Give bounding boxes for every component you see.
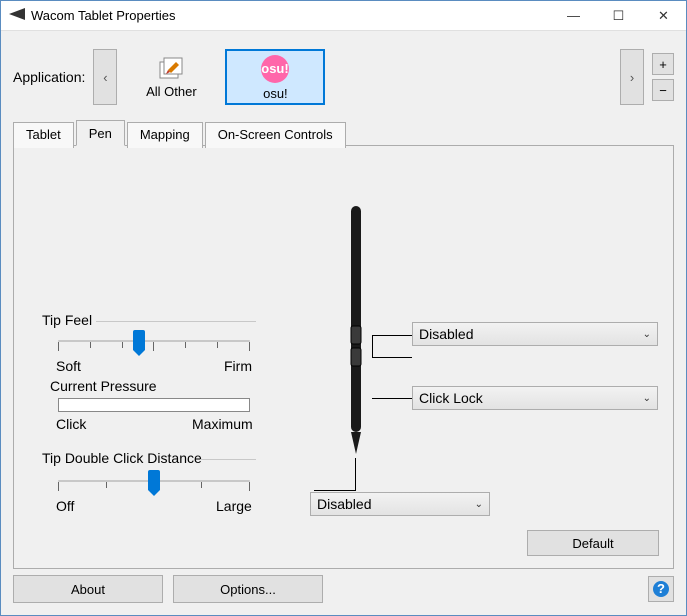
double-click-label: Tip Double Click Distance — [42, 450, 202, 466]
app-icon — [9, 8, 25, 23]
tab-tablet[interactable]: Tablet — [13, 122, 74, 148]
double-click-large-label: Large — [216, 498, 252, 514]
tab-pen[interactable]: Pen — [76, 120, 125, 146]
tab-label: Mapping — [140, 127, 190, 142]
app-scroll-right[interactable]: › — [620, 49, 644, 105]
help-button[interactable]: ? — [648, 576, 674, 602]
pressure-max-label: Maximum — [192, 416, 253, 432]
maximize-button[interactable]: ☐ — [596, 1, 641, 30]
app-item-all-other[interactable]: All Other — [121, 49, 221, 105]
titlebar[interactable]: Wacom Tablet Properties — ☐ ✕ — [1, 1, 686, 31]
dropdown-value: Click Lock — [419, 390, 643, 406]
pen-tab-panel: Disabled ⌄ Click Lock ⌄ Disabled ⌄ Tip F… — [13, 145, 674, 569]
maximize-icon: ☐ — [613, 8, 625, 24]
all-other-icon — [157, 56, 185, 82]
dropdown-value: Disabled — [419, 326, 643, 342]
tab-onscreen-controls[interactable]: On-Screen Controls — [205, 122, 346, 148]
application-list: All Other osu! osu! — [121, 49, 325, 105]
double-click-off-label: Off — [56, 498, 74, 514]
application-row: Application: ‹ All Other osu! — [13, 49, 674, 105]
tip-feel-firm-label: Firm — [224, 358, 252, 374]
window-title: Wacom Tablet Properties — [31, 8, 176, 23]
tip-feel-soft-label: Soft — [56, 358, 81, 374]
footer: About Options... ? — [13, 569, 674, 603]
current-pressure-label: Current Pressure — [50, 378, 157, 394]
tab-label: On-Screen Controls — [218, 127, 333, 142]
close-button[interactable]: ✕ — [641, 1, 686, 30]
slider-thumb[interactable] — [148, 470, 160, 490]
content-area: Application: ‹ All Other osu! — [1, 31, 686, 615]
about-button[interactable]: About — [13, 575, 163, 603]
minimize-icon: — — [567, 8, 580, 23]
current-pressure-bar — [58, 398, 250, 412]
close-icon: ✕ — [658, 8, 669, 24]
tab-strip: Tablet Pen Mapping On-Screen Controls — [13, 119, 674, 145]
minimize-button[interactable]: — — [551, 1, 596, 30]
side-button-lower-dropdown[interactable]: Click Lock ⌄ — [412, 386, 658, 410]
tab-mapping[interactable]: Mapping — [127, 122, 203, 148]
chevron-down-icon: ⌄ — [475, 499, 483, 510]
svg-text:osu!: osu! — [262, 61, 289, 76]
button-label: Options... — [220, 582, 276, 597]
app-item-label: osu! — [263, 86, 288, 101]
double-click-slider[interactable] — [58, 470, 250, 490]
chevron-down-icon: ⌄ — [643, 329, 651, 340]
tab-label: Tablet — [26, 127, 61, 142]
osu-icon: osu! — [260, 54, 290, 84]
app-item-label: All Other — [146, 84, 197, 99]
app-item-osu[interactable]: osu! osu! — [225, 49, 325, 105]
app-remove-button[interactable]: − — [652, 79, 674, 101]
options-button[interactable]: Options... — [173, 575, 323, 603]
button-label: About — [71, 582, 105, 597]
chevron-left-icon: ‹ — [103, 70, 107, 85]
tip-feel-slider[interactable] — [58, 330, 250, 350]
svg-text:?: ? — [657, 581, 665, 596]
pen-illustration — [342, 206, 370, 466]
app-scroll-left[interactable]: ‹ — [93, 49, 117, 105]
tip-action-dropdown[interactable]: Disabled ⌄ — [310, 492, 490, 516]
minus-icon: − — [659, 83, 667, 98]
application-label: Application: — [13, 69, 85, 85]
chevron-down-icon: ⌄ — [643, 393, 651, 404]
dropdown-value: Disabled — [317, 496, 475, 512]
tab-label: Pen — [89, 126, 112, 141]
slider-thumb[interactable] — [133, 330, 145, 350]
help-icon: ? — [652, 580, 670, 598]
pressure-click-label: Click — [56, 416, 86, 432]
chevron-right-icon: › — [630, 70, 634, 85]
plus-icon: + — [659, 57, 667, 72]
default-button[interactable]: Default — [527, 530, 659, 556]
tip-feel-label: Tip Feel — [42, 312, 92, 328]
window: Wacom Tablet Properties — ☐ ✕ Applicatio… — [0, 0, 687, 616]
app-add-button[interactable]: + — [652, 53, 674, 75]
button-label: Default — [572, 536, 613, 551]
side-button-upper-dropdown[interactable]: Disabled ⌄ — [412, 322, 658, 346]
